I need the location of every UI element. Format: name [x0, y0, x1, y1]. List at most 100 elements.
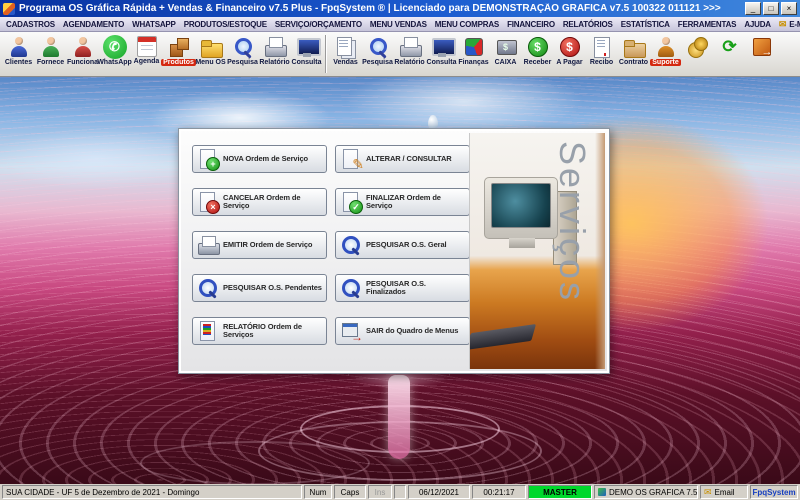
toolbar-button-label: Finanças [458, 59, 489, 66]
menu-item-label: AGENDAMENTO [62, 19, 125, 29]
dialog-button-emitir[interactable]: EMITIR Ordem de Serviço [192, 231, 327, 259]
maximize-button[interactable]: □ [763, 2, 779, 15]
keyboard-image [470, 323, 537, 351]
menu-item-cadastros[interactable]: CADASTROS [2, 19, 59, 30]
toolbar-button-label: WhatsApp [97, 59, 132, 66]
dialog-button-label: PESQUISAR O.S. Finalizados [366, 278, 426, 296]
status-num-lock: Num [304, 485, 332, 499]
coins-icon [686, 35, 710, 59]
menu-item-menu-compras[interactable]: MENU COMPRAS [431, 19, 503, 30]
search-icon [366, 35, 390, 59]
employee-icon [71, 35, 95, 59]
toolbar-button-agenda[interactable]: Agenda [131, 34, 162, 74]
toolbar-button-fornece[interactable]: Fornece [35, 34, 66, 74]
toolbar-button-sync[interactable] [714, 34, 745, 74]
menu-item-relatorios[interactable]: RELATÓRIOS [559, 19, 617, 30]
license-icon [598, 488, 606, 496]
status-date: 06/12/2021 [408, 485, 470, 499]
water-droplet-column [388, 375, 410, 459]
title-bar: Programa OS Gráfica Rápida + Vendas & Fi… [0, 0, 800, 17]
menu-bar: CADASTROS AGENDAMENTO WHATSAPP PRODUTOS/EST… [0, 17, 800, 32]
toolbar-button-vendas[interactable]: Vendas [330, 34, 361, 74]
toolbar-button-funciona[interactable]: Funciona [67, 34, 98, 74]
toolbar-button-label: A Pagar [556, 59, 583, 66]
toolbar-button-caixa[interactable]: CAIXA [490, 34, 521, 74]
menu-item-email[interactable]: E-MAIL [775, 18, 800, 31]
toolbar-button-clientes[interactable]: Clientes [3, 34, 34, 74]
receivables-coin-icon [526, 35, 550, 59]
toolbar-button-sistema[interactable] [746, 34, 777, 74]
toolbar-button-label: Produtos [161, 59, 196, 66]
close-button[interactable]: × [781, 2, 797, 15]
window-controls: _ □ × [745, 2, 797, 15]
supplier-icon [39, 35, 63, 59]
cash-register-icon [494, 35, 518, 59]
toolbar-button-pesquisa2[interactable]: Pesquisa [362, 34, 393, 74]
toolbar-button-label: Recibo [589, 59, 614, 66]
toolbar-button-relatorio1[interactable]: Relatório [259, 34, 290, 74]
dialog-button-relatorio[interactable]: RELATÓRIO Ordem de Serviços [192, 317, 327, 345]
whatsapp-icon [102, 35, 127, 59]
menu-item-ferramentas[interactable]: FERRAMENTAS [674, 19, 741, 30]
receipt-icon [590, 35, 614, 59]
dialog-button-sair[interactable]: SAIR do Quadro de Menus [335, 317, 470, 345]
toolbar-button-recibo[interactable]: Recibo [586, 34, 617, 74]
toolbar-button-label: Contrato [618, 59, 649, 66]
menu-item-produtos-estoque[interactable]: PRODUTOS/ESTOQUE [180, 19, 271, 30]
toolbar-button-whatsapp[interactable]: WhatsApp [97, 34, 132, 74]
menu-item-label: ESTATÍSTICA [620, 19, 670, 29]
toolbar-button-relatorio2[interactable]: Relatório [394, 34, 425, 74]
services-menu-dialog: NOVA Ordem de Serviço ALTERAR / CONSULTAR… [178, 128, 610, 374]
window-title: Programa OS Gráfica Rápida + Vendas & Fi… [19, 3, 721, 14]
dialog-button-nova[interactable]: NOVA Ordem de Serviço [192, 145, 327, 173]
toolbar-button-apagar[interactable]: A Pagar [554, 34, 585, 74]
toolbar-separator [325, 35, 327, 73]
menu-item-label: MENU COMPRAS [434, 19, 500, 29]
menu-item-menu-vendas[interactable]: MENU VENDAS [366, 19, 431, 30]
toolbar-button-produtos[interactable]: Produtos [161, 34, 196, 74]
services-side-label: Serviços [552, 141, 593, 304]
monitor-consult-icon [295, 35, 321, 59]
toolbar-button-moedas[interactable] [682, 34, 713, 74]
search-icon [340, 277, 362, 299]
dialog-button-finalizar[interactable]: FINALIZAR Ordem de Serviço [335, 188, 470, 216]
dialog-button-alterar[interactable]: ALTERAR / CONSULTAR [335, 145, 470, 173]
cancel-order-icon [197, 191, 220, 214]
services-photo-panel: Serviços [469, 133, 605, 369]
app-icon [3, 2, 15, 15]
desktop-wallpaper: NOVA Ordem de Serviço ALTERAR / CONSULTAR… [0, 77, 800, 484]
dialog-button-label: EMITIR Ordem de Serviço [223, 239, 313, 249]
menu-item-ajuda[interactable]: AJUDA [740, 19, 775, 30]
dialog-button-pesq-fin[interactable]: PESQUISAR O.S. Finalizados [335, 274, 470, 302]
menu-item-whatsapp[interactable]: WHATSAPP [128, 19, 180, 30]
toolbar-button-label: Fornece [36, 59, 65, 66]
toolbar-button-label: Pesquisa [362, 59, 393, 66]
toolbar-button-contrato[interactable]: Contrato [618, 34, 649, 74]
toolbar-button-suporte[interactable]: Suporte [650, 34, 681, 74]
status-location: SUA CIDADE - UF 5 de Dezembro de 2021 - … [2, 485, 302, 499]
dialog-button-label: PESQUISAR O.S. Geral [366, 239, 447, 249]
dialog-button-label: CANCELAR Ordem de Serviço [223, 192, 301, 210]
dialog-button-label: FINALIZAR Ordem de Serviço [366, 192, 441, 210]
water-ripple [140, 441, 370, 484]
toolbar-button-receber[interactable]: Receber [522, 34, 553, 74]
dialog-button-pesq-geral[interactable]: PESQUISAR O.S. Geral [335, 231, 470, 259]
menu-item-estatistica[interactable]: ESTATÍSTICA [617, 19, 674, 30]
menu-item-servico-orcamento[interactable]: SERVIÇO/ORÇAMENTO [271, 19, 366, 30]
license-text: DEMO OS GRAFICA 7.5 [609, 487, 698, 497]
status-email[interactable]: Email [700, 485, 748, 499]
status-caps-lock: Caps [334, 485, 366, 499]
menu-item-label: FERRAMENTAS [677, 19, 737, 29]
toolbar-button-consulta1[interactable]: Consulta [291, 34, 322, 74]
menu-item-financeiro[interactable]: FINANCEIRO [503, 19, 559, 30]
toolbar-button-pesquisa1[interactable]: Pesquisa [227, 34, 258, 74]
menu-item-agendamento[interactable]: AGENDAMENTO [59, 19, 128, 30]
toolbar-button-financas[interactable]: Finanças [458, 34, 489, 74]
dialog-button-cancelar[interactable]: CANCELAR Ordem de Serviço [192, 188, 327, 216]
toolbar-button-label: Suporte [650, 59, 681, 66]
toolbar-button-menuos[interactable]: Menu OS [195, 34, 226, 74]
dialog-button-pesq-pend[interactable]: PESQUISAR O.S. Pendentes [192, 274, 327, 302]
status-brand: FpqSystem [750, 485, 798, 499]
toolbar-button-consulta2[interactable]: Consulta [426, 34, 457, 74]
minimize-button[interactable]: _ [745, 2, 761, 15]
